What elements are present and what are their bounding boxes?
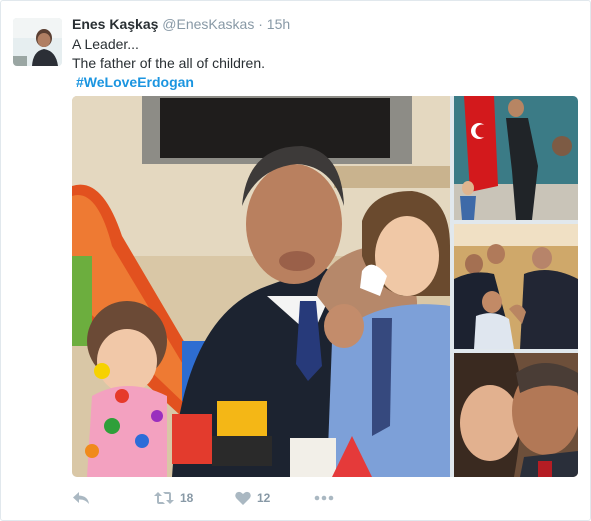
like-button[interactable]: 12 (235, 487, 270, 509)
avatar[interactable] (13, 18, 62, 66)
tweet-actions: 18 12 (72, 487, 372, 509)
retweet-icon (154, 492, 174, 504)
hashtag-link[interactable]: #WeLoveErdogan (76, 74, 194, 90)
side-photo-flag[interactable] (454, 96, 578, 220)
more-button[interactable] (314, 487, 334, 509)
display-name[interactable]: Enes Kaşkaş (72, 16, 158, 32)
tweet-line-1: A Leader... (72, 36, 139, 52)
side-photo-crowd[interactable] (454, 224, 578, 349)
tweet-text: A Leader... The father of the all of chi… (72, 35, 265, 92)
user-handle[interactable]: @EnesKaskas (162, 16, 254, 32)
heart-icon (235, 491, 251, 505)
like-count: 12 (257, 491, 271, 505)
tweet-line-2: The father of the all of children. (72, 55, 265, 71)
side-photo-embrace[interactable] (454, 353, 578, 477)
retweet-count: 18 (180, 491, 194, 505)
separator-dot: · (258, 16, 263, 32)
retweet-button[interactable]: 18 (154, 487, 193, 509)
media-grid (72, 96, 578, 477)
reply-button[interactable] (72, 487, 90, 509)
tweet-header: Enes Kaşkaş @EnesKaskas · 15h (72, 15, 290, 33)
more-dots-icon (314, 495, 334, 501)
main-photo[interactable] (72, 96, 450, 477)
reply-icon (73, 492, 89, 504)
timestamp[interactable]: 15h (267, 16, 290, 32)
